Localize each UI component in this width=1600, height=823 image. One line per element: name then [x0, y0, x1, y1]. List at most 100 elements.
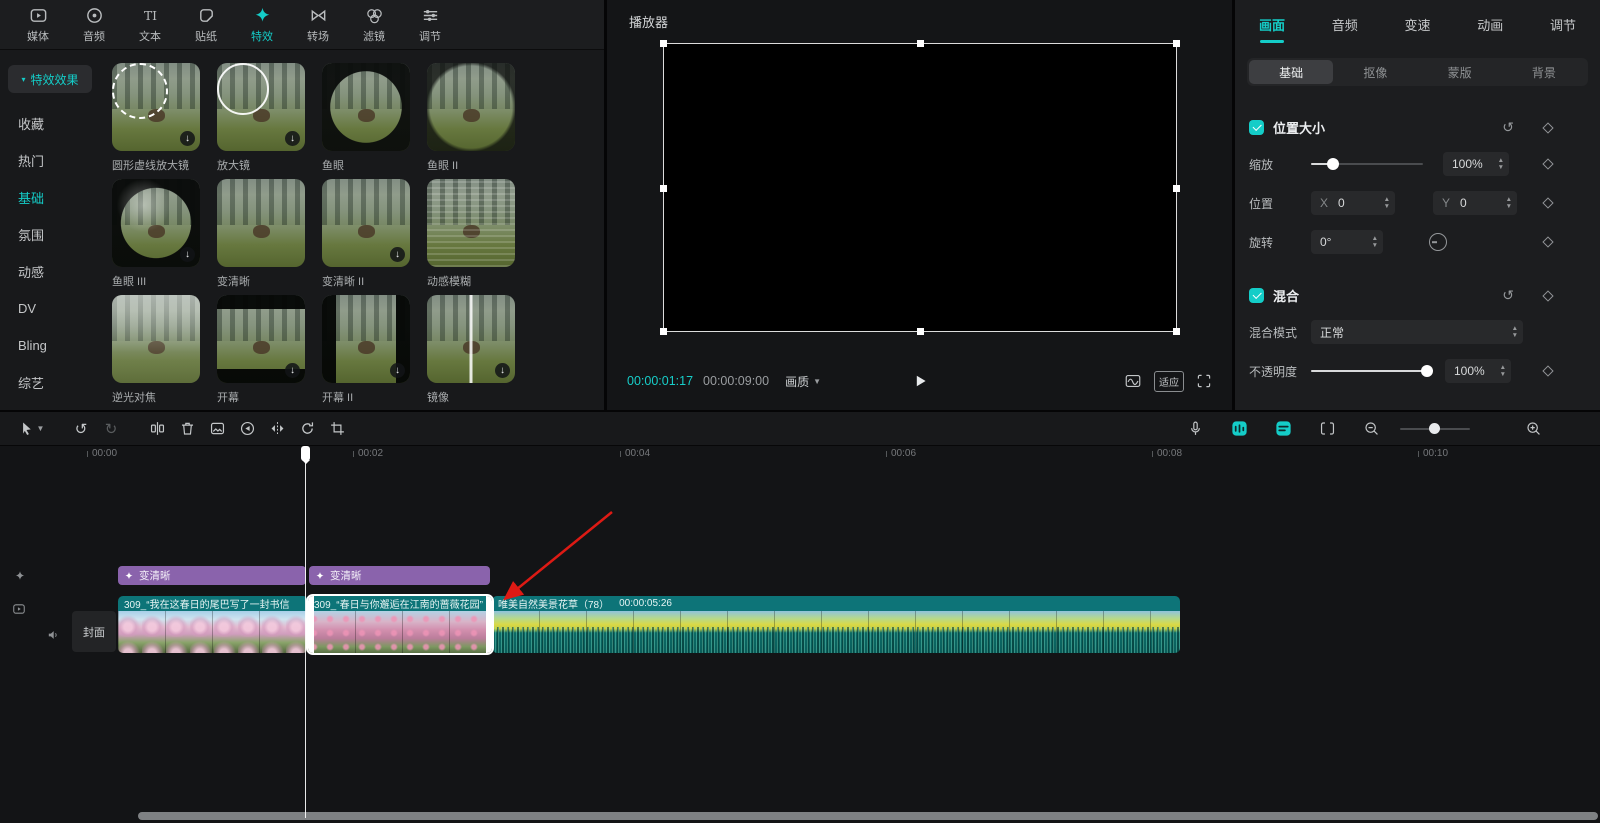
collapse-tracks-icon[interactable]: [1312, 416, 1342, 442]
slider-knob[interactable]: [1421, 365, 1433, 377]
slider-knob[interactable]: [1327, 158, 1339, 170]
cover-button[interactable]: 封面: [72, 611, 116, 652]
stepper-arrows[interactable]: ▲▼: [1372, 236, 1378, 249]
keyframe-diamond-icon[interactable]: [1542, 290, 1553, 301]
keyframe-diamond-icon[interactable]: [1542, 236, 1553, 247]
selection-handle[interactable]: [1173, 40, 1180, 47]
position-y-input[interactable]: Y 0 ▲▼: [1433, 191, 1517, 215]
timeline-zoom-slider[interactable]: [1400, 428, 1470, 430]
redo-button[interactable]: ↻: [96, 416, 126, 442]
quality-dropdown[interactable]: 画质▼: [785, 373, 821, 390]
playhead[interactable]: [305, 446, 306, 818]
nav-transition[interactable]: 转场: [290, 2, 346, 48]
timeline-ruler[interactable]: 00:00 00:02 00:04 00:06 00:08 00:10: [0, 446, 1600, 462]
stepper-arrows[interactable]: ▲▼: [1512, 326, 1518, 339]
rotation-dial[interactable]: [1429, 233, 1447, 251]
effect-card[interactable]: ↓ 变清晰 II: [322, 179, 418, 295]
split-button[interactable]: [142, 416, 172, 442]
scale-value-input[interactable]: 100% ▲▼: [1443, 152, 1509, 176]
stepper-arrows[interactable]: ▲▼: [1500, 365, 1506, 378]
effect-card[interactable]: ↓ 镜像: [427, 295, 523, 410]
sidebar-item-favorites[interactable]: 收藏: [0, 105, 100, 142]
stepper-arrows[interactable]: ▲▼: [1384, 197, 1390, 210]
keyframe-diamond-icon[interactable]: [1542, 197, 1553, 208]
mute-track-icon[interactable]: [46, 628, 60, 642]
opacity-slider[interactable]: [1311, 370, 1431, 372]
tab-picture[interactable]: 画面: [1259, 15, 1285, 34]
blend-mode-select[interactable]: 正常 ▲▼: [1311, 320, 1523, 344]
delete-button[interactable]: [172, 416, 202, 442]
sidebar-item-variety[interactable]: 综艺: [0, 364, 100, 401]
reset-icon[interactable]: ↺: [1502, 119, 1514, 136]
freeze-frame-button[interactable]: [202, 416, 232, 442]
position-x-input[interactable]: X 0 ▲▼: [1311, 191, 1395, 215]
rotation-input[interactable]: 0° ▲▼: [1311, 230, 1383, 254]
reset-icon[interactable]: ↺: [1502, 287, 1514, 304]
horizontal-scrollbar[interactable]: [138, 812, 1598, 820]
fit-ratio-button[interactable]: 适应: [1154, 371, 1184, 392]
effects-group-button[interactable]: ▾ 特效效果: [8, 65, 92, 93]
selection-handle[interactable]: [917, 328, 924, 335]
rotate-button[interactable]: [292, 416, 322, 442]
effect-card[interactable]: ↓ 鱼眼 III: [112, 179, 208, 295]
blend-checkbox[interactable]: [1249, 288, 1264, 303]
microphone-icon[interactable]: [1180, 416, 1210, 442]
subtab-keying[interactable]: 抠像: [1333, 60, 1417, 84]
selection-handle[interactable]: [1173, 185, 1180, 192]
effect-card[interactable]: 变清晰: [217, 179, 313, 295]
captions-toggle-icon[interactable]: [1268, 416, 1298, 442]
reverse-button[interactable]: [232, 416, 262, 442]
playhead-handle[interactable]: [301, 446, 310, 461]
keyframe-diamond-icon[interactable]: [1542, 158, 1553, 169]
subtab-background[interactable]: 背景: [1502, 60, 1586, 84]
nav-text[interactable]: TI 文本: [122, 2, 178, 48]
position-size-checkbox[interactable]: [1249, 120, 1264, 135]
nav-filter[interactable]: 滤镜: [346, 2, 402, 48]
video-clip[interactable]: 唯美自然美景花草（78）00:00:05:26: [492, 596, 1180, 653]
crop-button[interactable]: [322, 416, 352, 442]
selection-handle[interactable]: [917, 40, 924, 47]
sidebar-item-basic[interactable]: 基础: [0, 179, 100, 216]
sidebar-item-dv[interactable]: DV: [0, 290, 100, 327]
tab-audio[interactable]: 音频: [1332, 15, 1358, 34]
scope-icon[interactable]: [1124, 372, 1142, 390]
opacity-value-input[interactable]: 100% ▲▼: [1445, 359, 1511, 383]
selection-handle[interactable]: [660, 328, 667, 335]
nav-adjust[interactable]: 调节: [402, 2, 458, 48]
subtab-mask[interactable]: 蒙版: [1418, 60, 1502, 84]
keyframe-diamond-icon[interactable]: [1542, 365, 1553, 376]
effect-card[interactable]: 鱼眼: [322, 63, 418, 179]
stepper-arrows[interactable]: ▲▼: [1506, 197, 1512, 210]
undo-button[interactable]: ↺: [66, 416, 96, 442]
fullscreen-icon[interactable]: [1196, 373, 1212, 389]
video-canvas[interactable]: [664, 44, 1176, 331]
effect-card[interactable]: ↓ 开幕 II: [322, 295, 418, 410]
tab-adjust[interactable]: 调节: [1550, 15, 1576, 34]
keyframe-diamond-icon[interactable]: [1542, 122, 1553, 133]
selection-handle[interactable]: [660, 40, 667, 47]
mirror-button[interactable]: [262, 416, 292, 442]
sidebar-item-atmosphere[interactable]: 氛围: [0, 216, 100, 253]
zoom-in-icon[interactable]: [1518, 416, 1548, 442]
tab-animation[interactable]: 动画: [1477, 15, 1503, 34]
nav-sticker[interactable]: 贴纸: [178, 2, 234, 48]
selection-handle[interactable]: [1173, 328, 1180, 335]
sidebar-item-popular[interactable]: 热门: [0, 142, 100, 179]
sidebar-item-bling[interactable]: Bling: [0, 327, 100, 364]
zoom-out-icon[interactable]: [1356, 416, 1386, 442]
effect-card[interactable]: 逆光对焦: [112, 295, 208, 410]
nav-effects[interactable]: 特效: [234, 2, 290, 48]
effect-clip[interactable]: 变清晰: [118, 566, 306, 585]
select-tool-button[interactable]: ▼: [10, 416, 52, 442]
stepper-arrows[interactable]: ▲▼: [1498, 158, 1504, 171]
play-button[interactable]: [912, 373, 928, 389]
auto-beat-toggle-icon[interactable]: [1224, 416, 1254, 442]
sidebar-item-dynamic[interactable]: 动感: [0, 253, 100, 290]
effect-card[interactable]: ↓ 圆形虚线放大镜: [112, 63, 208, 179]
scale-slider[interactable]: [1311, 163, 1423, 165]
nav-audio[interactable]: 音频: [66, 2, 122, 48]
effect-card[interactable]: ↓ 开幕: [217, 295, 313, 410]
selection-handle[interactable]: [660, 185, 667, 192]
nav-media[interactable]: 媒体: [10, 2, 66, 48]
video-clip-selected[interactable]: 309_“春日与你邂逅在江南的蔷薇花园”: [308, 596, 492, 653]
